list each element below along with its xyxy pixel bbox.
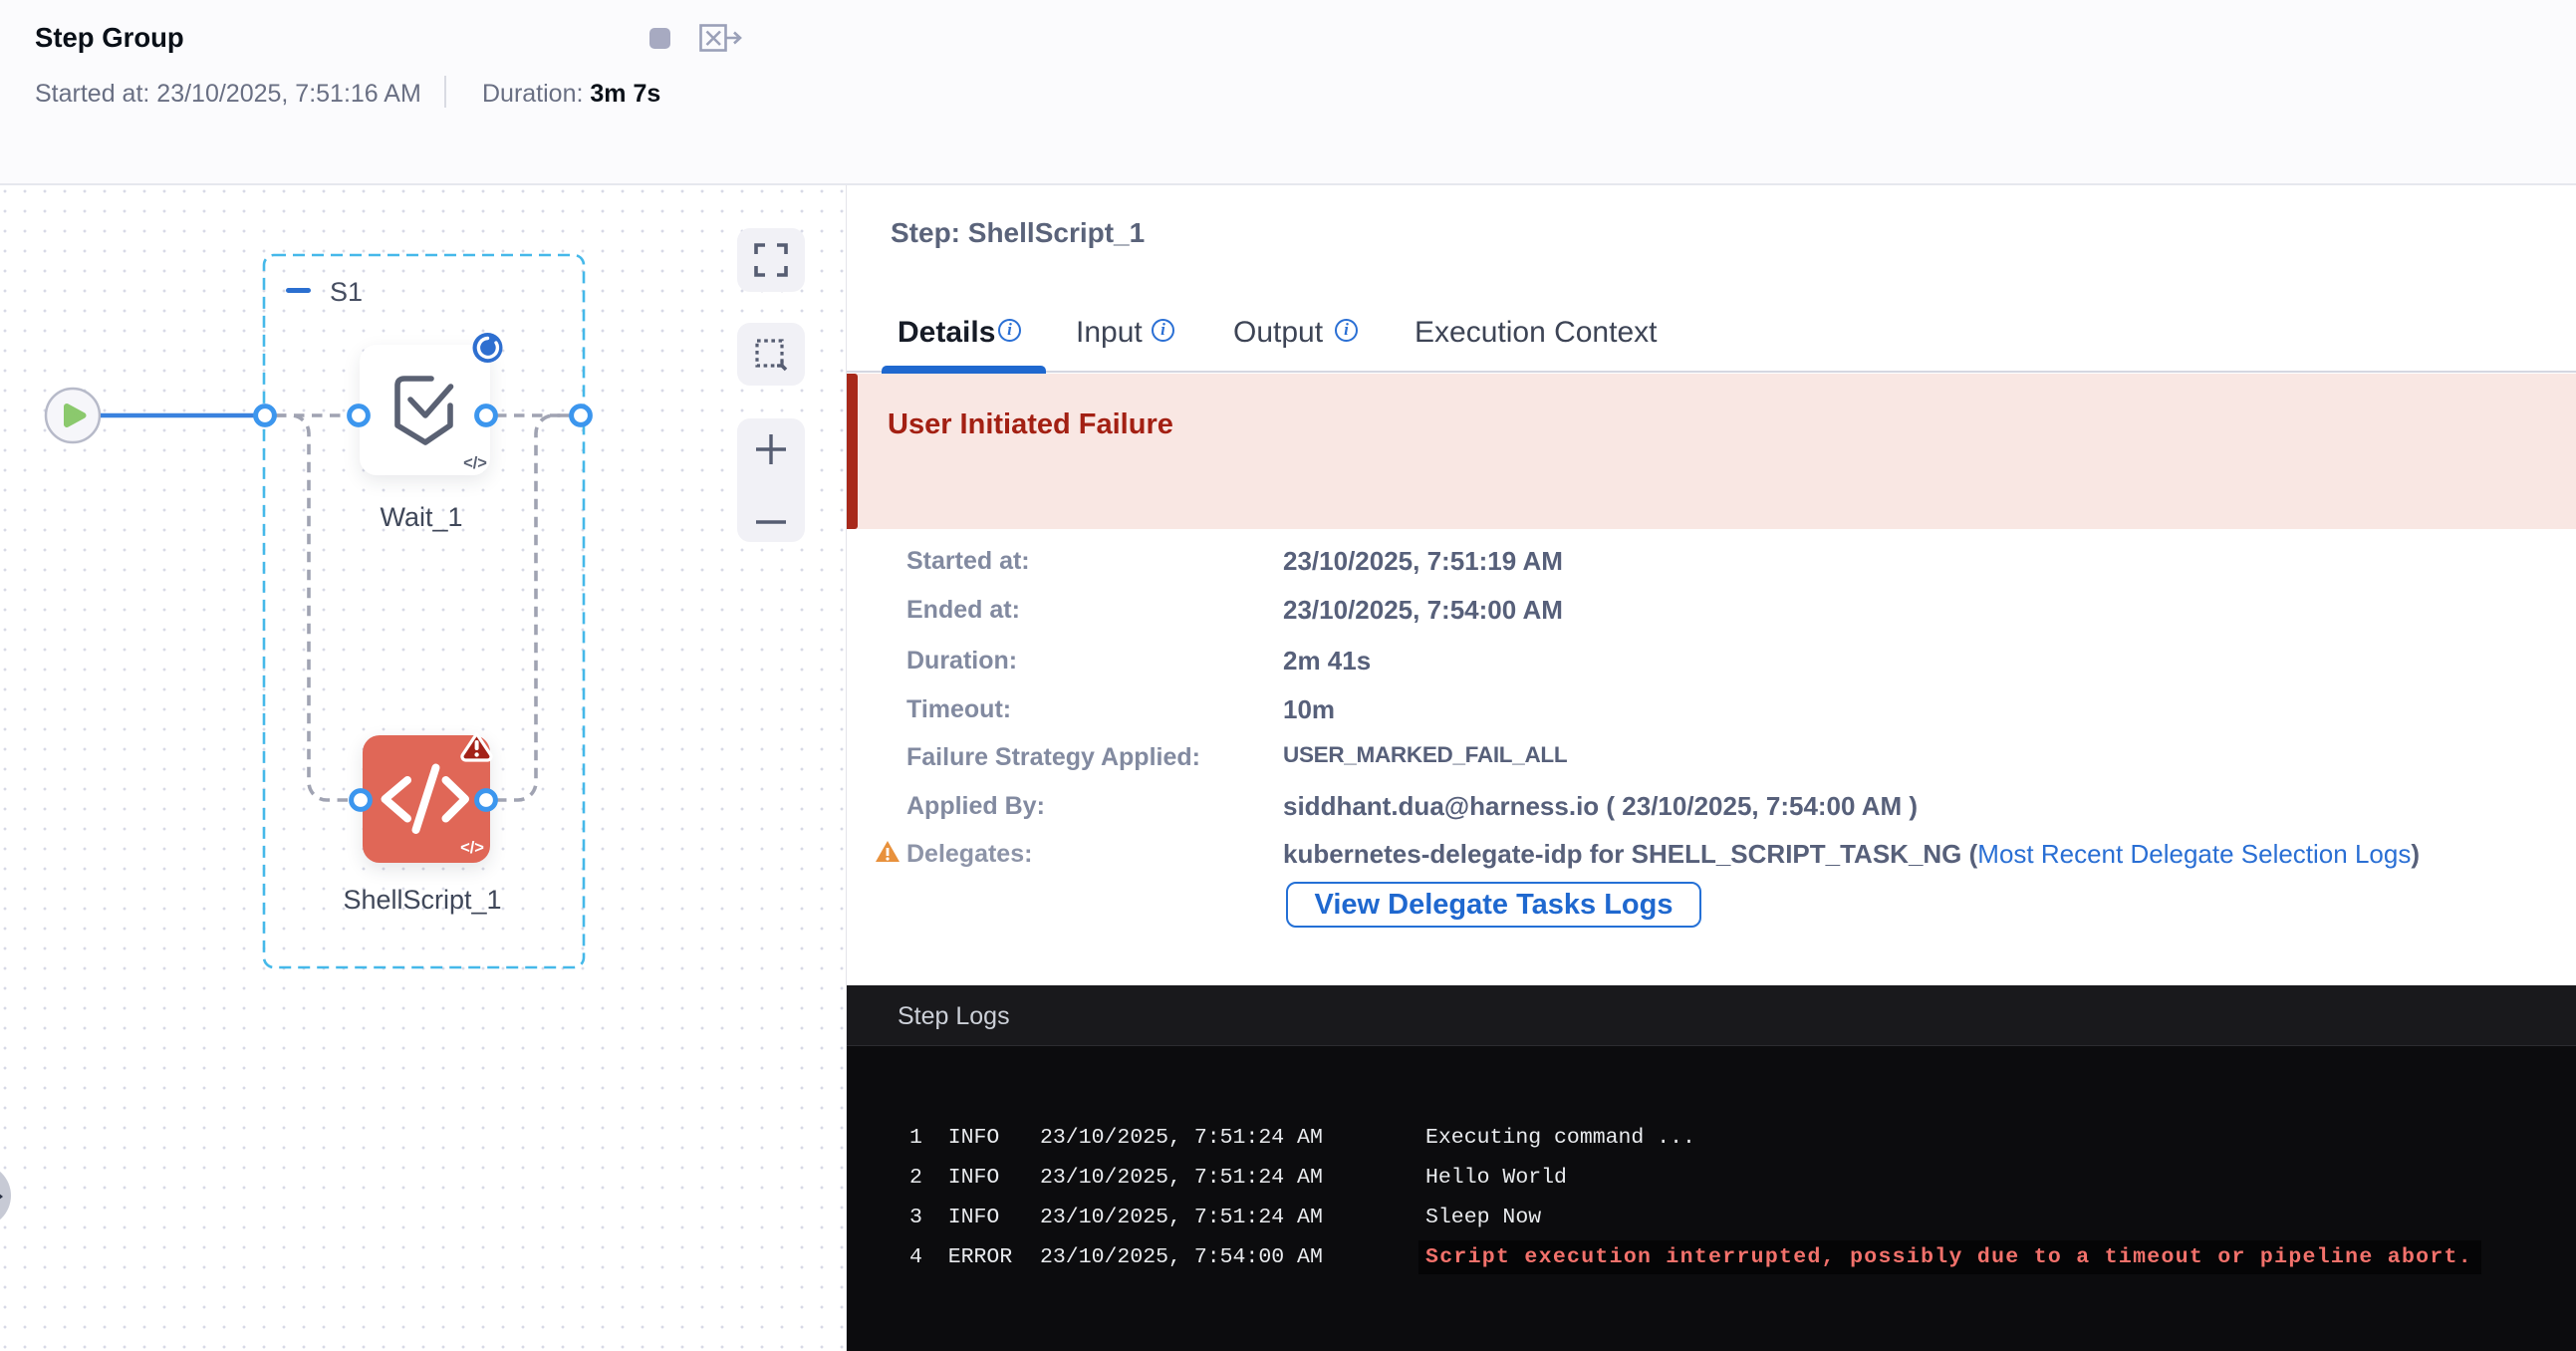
svg-text:</>: </> <box>460 839 484 857</box>
svg-text:</>: </> <box>463 454 487 472</box>
